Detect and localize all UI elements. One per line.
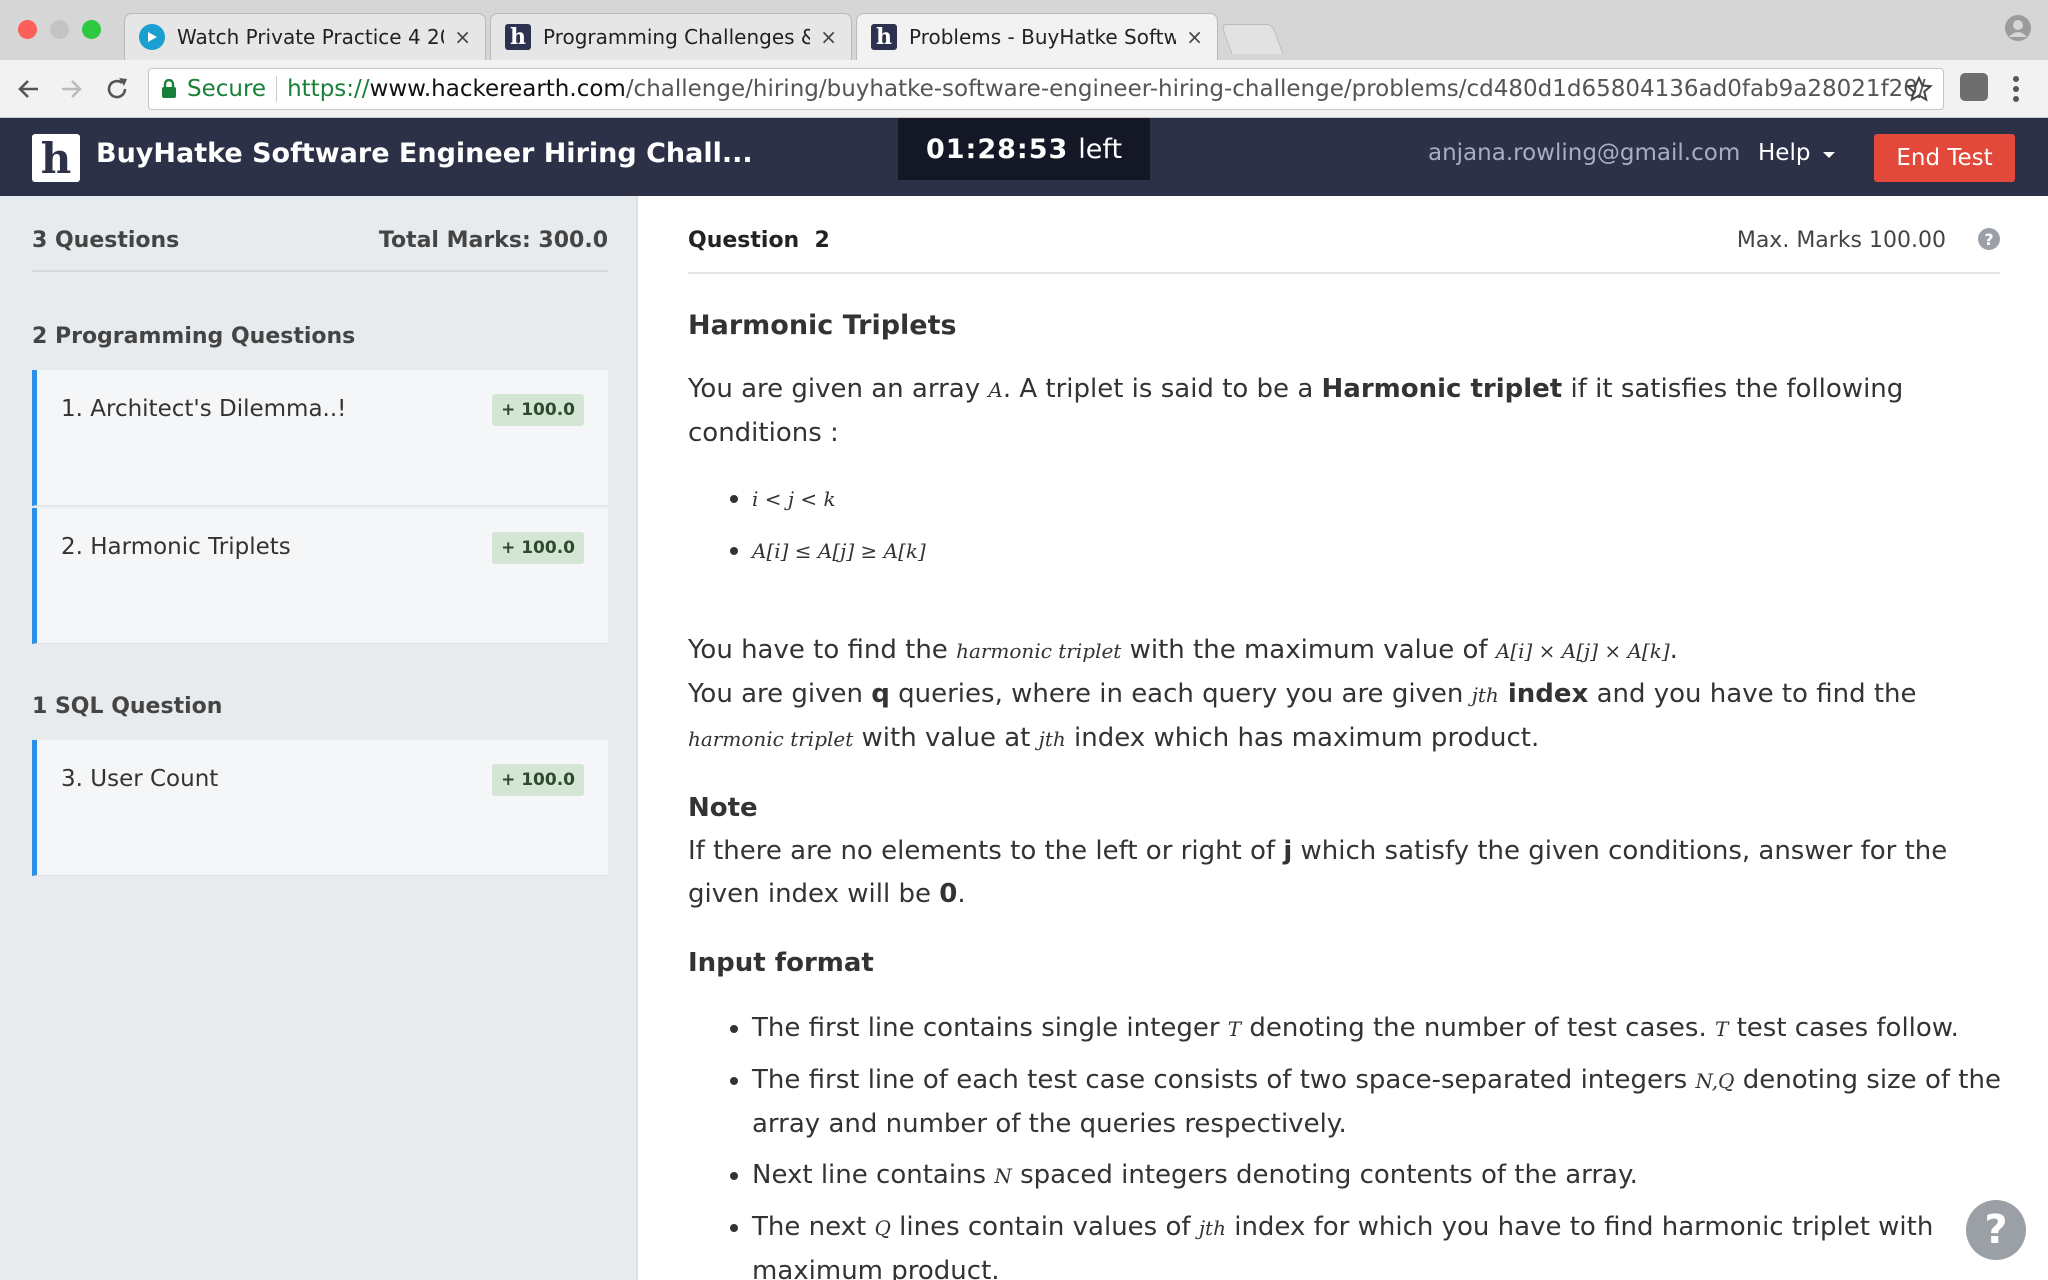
extension-icon[interactable] — [1960, 73, 1988, 101]
list-item: The next Q lines contain values of jth i… — [752, 1206, 2008, 1280]
tab-title: Watch Private Practice 4 2010 — [177, 25, 444, 49]
help-chat-button[interactable]: ? — [1966, 1200, 2026, 1260]
play-icon — [139, 24, 165, 50]
url-host: www.hackerearth.com — [369, 76, 626, 102]
countdown-timer: 01:28:53 left — [898, 118, 1150, 180]
list-item: Next line contains N spaced integers den… — [752, 1154, 2008, 1198]
help-label: Help — [1758, 140, 1811, 166]
marks-badge: + 100.0 — [492, 764, 584, 796]
url-path: /challenge/hiring/buyhatke-software-engi… — [625, 76, 1926, 102]
hackerearth-logo[interactable]: h — [32, 134, 80, 183]
max-marks: Max. Marks 100.00 — [1736, 228, 1946, 253]
conditions-list: i < j < k A[i] ≤ A[j] ≥ A[k] — [688, 477, 2008, 573]
end-test-button[interactable]: End Test — [1874, 134, 2015, 182]
note-text: If there are no elements to the left or … — [688, 836, 1948, 909]
input-format-heading: Input format — [688, 948, 874, 978]
note-heading: Note — [688, 793, 758, 823]
problem-statement: Harmonic Triplets You are given an array… — [688, 308, 2008, 1280]
browser-tab-2[interactable]: h Programming Challenges & Co × — [490, 13, 852, 60]
bookmark-star-icon[interactable] — [1905, 75, 1933, 103]
browser-tab-1[interactable]: Watch Private Practice 4 2010 × — [124, 13, 486, 60]
user-email[interactable]: anjana.rowling@gmail.com — [1428, 140, 1740, 166]
minimize-window-button[interactable] — [50, 20, 69, 39]
timer-suffix: left — [1078, 133, 1123, 165]
zoom-window-button[interactable] — [82, 20, 101, 39]
back-arrow-icon — [18, 80, 38, 98]
profile-icon[interactable] — [2004, 14, 2032, 42]
forward-arrow-icon — [62, 80, 82, 98]
question-item-label: 1. Architect's Dilemma..! — [61, 396, 347, 422]
divider — [276, 76, 278, 102]
question-number-value: 2 — [814, 228, 830, 253]
browser-menu-icon[interactable] — [2006, 72, 2026, 106]
list-item: The first line of each test case consist… — [752, 1059, 2008, 1146]
help-dropdown[interactable]: Help — [1758, 140, 1836, 166]
total-marks: Total Marks: 300.0 — [378, 228, 608, 253]
close-tab-icon[interactable]: × — [820, 25, 837, 49]
browser-toolbar: Secure https:// www.hackerearth.com /cha… — [0, 60, 2048, 118]
question-item-1[interactable]: 1. Architect's Dilemma..! + 100.0 — [32, 370, 608, 506]
address-bar[interactable]: Secure https:// www.hackerearth.com /cha… — [148, 68, 1944, 110]
forward-button[interactable] — [56, 74, 86, 104]
close-window-button[interactable] — [18, 20, 37, 39]
problem-title: Harmonic Triplets — [688, 310, 957, 341]
problem-intro: You are given an array A. A triplet is s… — [688, 374, 1904, 448]
list-item: The first line contains single integer T… — [752, 1007, 2008, 1051]
section-title-sql: 1 SQL Question — [32, 694, 223, 719]
task-description: You have to find the harmonic triplet wi… — [688, 635, 1917, 753]
timer-value: 01:28:53 — [925, 133, 1069, 165]
tab-title: Programming Challenges & Co — [543, 25, 810, 49]
question-header: Question 2 Max. Marks 100.00 ? — [688, 228, 2000, 274]
question-item-label: 2. Harmonic Triplets — [61, 534, 291, 560]
tab-title: Problems - BuyHatke Software — [909, 25, 1177, 49]
section-title-programming: 2 Programming Questions — [32, 324, 356, 349]
secure-label: Secure — [187, 76, 267, 102]
hackerearth-favicon-icon: h — [871, 24, 897, 50]
challenge-title: BuyHatke Software Engineer Hiring Chall.… — [96, 138, 753, 169]
list-item: A[i] ≤ A[j] ≥ A[k] — [752, 529, 2008, 573]
marks-badge: + 100.0 — [492, 394, 584, 426]
question-count: 3 Questions — [32, 228, 180, 253]
marks-badge: + 100.0 — [492, 532, 584, 564]
question-label: Question — [688, 228, 800, 253]
question-panel: Question 2 Max. Marks 100.00 ? Harmonic … — [640, 196, 2048, 1280]
question-number: Question 2 — [688, 228, 830, 253]
reload-button[interactable] — [102, 74, 132, 104]
question-item-3[interactable]: 3. User Count + 100.0 — [32, 740, 608, 876]
browser-tab-3-active[interactable]: h Problems - BuyHatke Software × — [856, 13, 1218, 60]
list-item: i < j < k — [752, 477, 2008, 521]
caret-down-icon — [1822, 152, 1835, 158]
question-item-label: 3. User Count — [61, 766, 219, 792]
back-button[interactable] — [14, 74, 44, 104]
lock-icon — [162, 79, 176, 98]
close-tab-icon[interactable]: × — [1186, 25, 1203, 49]
close-tab-icon[interactable]: × — [454, 25, 471, 49]
url-scheme: https:// — [287, 76, 370, 102]
question-sidebar: 3 Questions Total Marks: 300.0 2 Program… — [0, 196, 638, 1280]
hackerearth-favicon-icon: h — [505, 24, 531, 50]
help-icon[interactable]: ? — [1978, 228, 2000, 250]
question-item-2[interactable]: 2. Harmonic Triplets + 100.0 — [32, 508, 608, 644]
browser-tab-bar: Watch Private Practice 4 2010 × h Progra… — [0, 0, 2048, 60]
new-tab-button[interactable] — [1220, 24, 1284, 54]
sidebar-summary: 3 Questions Total Marks: 300.0 — [32, 228, 608, 272]
reload-icon — [107, 78, 127, 99]
input-format-list: The first line contains single integer T… — [688, 1007, 2008, 1280]
